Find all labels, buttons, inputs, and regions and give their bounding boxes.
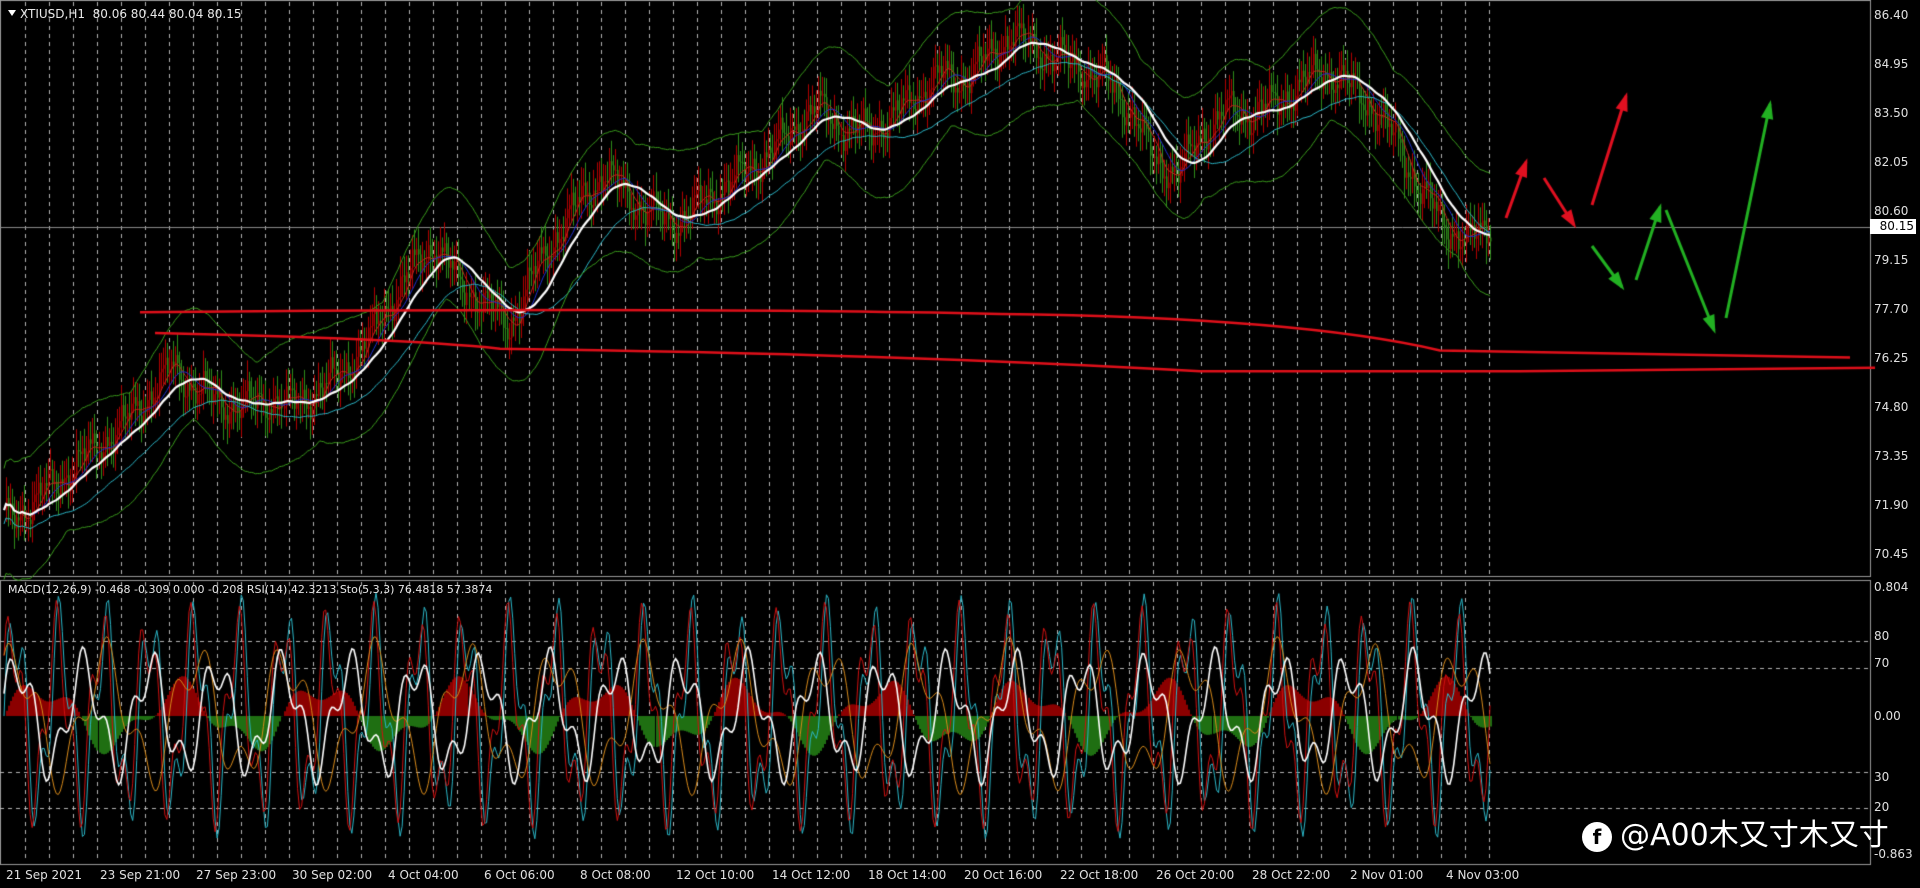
time-tick: 8 Oct 08:00 [580, 868, 651, 882]
indicator-tick-70: 70 [1874, 656, 1890, 670]
price-tick: 77.70 [1874, 302, 1909, 316]
chart-title: XTIUSD,H1 80.06 80.44 80.04 80.15 [20, 7, 242, 21]
collapse-triangle-icon[interactable] [8, 10, 16, 16]
price-tick: 73.35 [1874, 449, 1909, 463]
watermark: f @A00木又寸木又寸 [1582, 818, 1889, 854]
price-tick: 79.15 [1874, 253, 1909, 267]
watermark-text: @A00木又寸木又寸 [1620, 818, 1889, 853]
price-tick: 74.80 [1874, 400, 1909, 414]
price-tick: 76.25 [1874, 351, 1909, 365]
price-tick: 86.40 [1874, 8, 1909, 22]
indicator-tick-30: 30 [1874, 770, 1890, 784]
time-tick: 21 Sep 2021 [6, 868, 83, 882]
ohlc-label: 80.06 80.44 80.04 80.15 [92, 7, 242, 21]
time-tick: 4 Oct 04:00 [388, 868, 459, 882]
price-tick: 84.95 [1874, 57, 1909, 71]
time-tick: 26 Oct 20:00 [1156, 868, 1235, 882]
indicator-tick-top: 0.804 [1874, 580, 1909, 594]
time-tick: 18 Oct 14:00 [868, 868, 947, 882]
price-tick: 80.60 [1874, 204, 1909, 218]
indicator-tick-80: 80 [1874, 629, 1890, 643]
price-tick: 70.45 [1874, 547, 1909, 561]
price-chart-canvas[interactable] [0, 0, 1920, 888]
price-tick: 83.50 [1874, 106, 1909, 120]
time-tick: 22 Oct 18:00 [1060, 868, 1139, 882]
price-tick: 71.90 [1874, 498, 1909, 512]
time-tick: 4 Nov 03:00 [1446, 868, 1520, 882]
time-tick: 20 Oct 16:00 [964, 868, 1043, 882]
time-tick: 6 Oct 06:00 [484, 868, 555, 882]
indicator-tick-20: 20 [1874, 800, 1890, 814]
indicator-header: MACD(12,26,9) -0.468 -0.309 0.000 -0.208… [8, 583, 493, 596]
current-price-badge: 80.15 [1870, 219, 1916, 234]
time-tick: 23 Sep 21:00 [100, 868, 181, 882]
time-tick: 2 Nov 01:00 [1350, 868, 1424, 882]
symbol-label: XTIUSD,H1 [20, 7, 85, 21]
indicator-tick-zero: 0.00 [1874, 709, 1901, 723]
time-tick: 28 Oct 22:00 [1252, 868, 1331, 882]
time-tick: 30 Sep 02:00 [292, 868, 373, 882]
price-tick: 82.05 [1874, 155, 1909, 169]
watermark-logo-icon: f [1582, 821, 1612, 852]
time-tick: 27 Sep 23:00 [196, 868, 277, 882]
time-tick: 12 Oct 10:00 [676, 868, 755, 882]
time-tick: 14 Oct 12:00 [772, 868, 851, 882]
